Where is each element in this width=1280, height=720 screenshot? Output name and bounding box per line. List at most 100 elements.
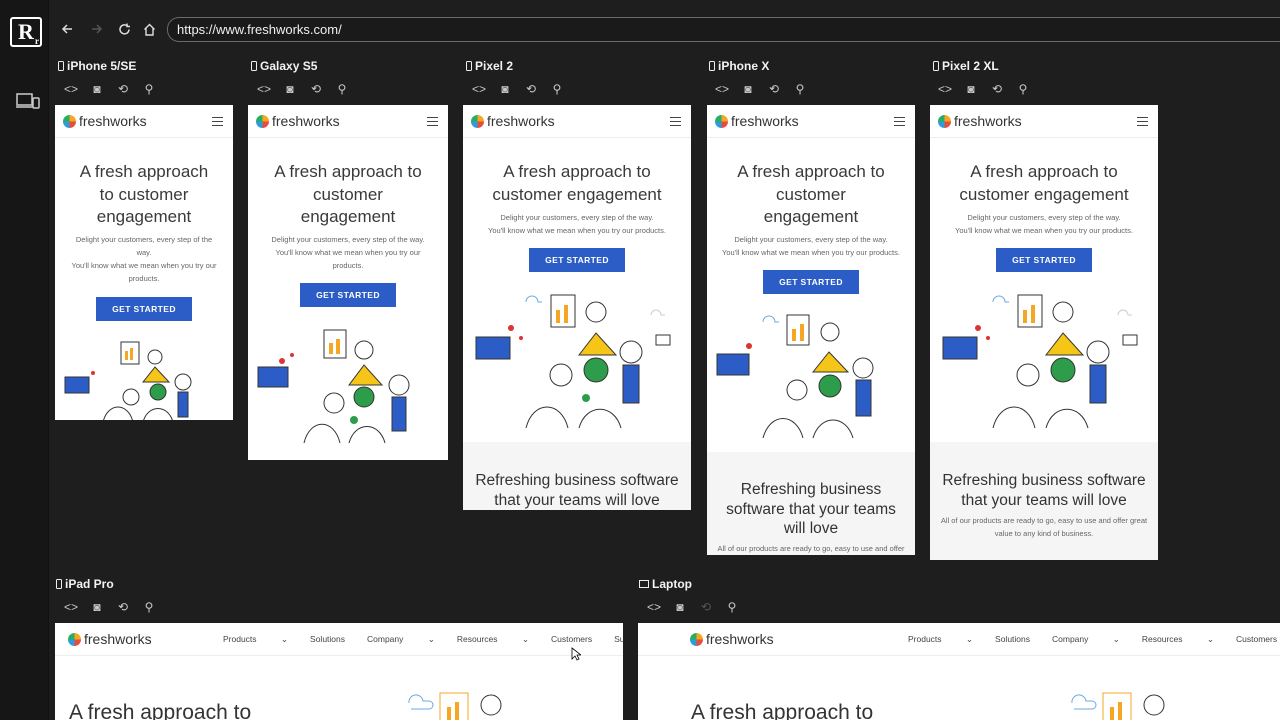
rotate-icon[interactable]: ⟲ — [308, 82, 324, 96]
section-subtitle: All of our products are ready to go, eas… — [940, 516, 1148, 538]
device-frame-ipad-pro: freshworks Products ⌄ Solutions Company … — [55, 623, 623, 720]
device-frame-galaxy-s5: freshworks A fresh approach to customer en… — [248, 105, 448, 460]
nav-products[interactable]: Products ⌄ — [223, 634, 288, 645]
screenshot-icon[interactable]: ◙ — [89, 82, 105, 96]
site-header: freshworks — [248, 105, 448, 138]
screenshot-icon[interactable]: ◙ — [497, 82, 513, 96]
hamburger-menu-icon[interactable] — [670, 117, 681, 126]
reload-icon[interactable] — [114, 18, 134, 40]
site-header: freshworks — [463, 105, 691, 138]
home-icon[interactable] — [139, 18, 159, 40]
rotate-icon: ⟲ — [700, 600, 712, 614]
sync-icon[interactable]: ⚲ — [141, 82, 157, 96]
hamburger-menu-icon[interactable] — [427, 117, 438, 126]
mouse-cursor-icon — [571, 647, 581, 661]
device-toolbar: <> ◙ ⟲ ⚲ — [63, 82, 157, 96]
nav-resources[interactable]: Resources ⌄ — [457, 634, 529, 645]
device-label-pixel2xl: Pixel 2 XL — [933, 59, 999, 73]
phone-icon — [466, 61, 472, 71]
device-toolbar: <> ◙ ⟲ ⚲ — [63, 600, 157, 614]
forward-icon[interactable] — [87, 18, 107, 40]
products-section: Refreshing business software that your te… — [707, 452, 915, 555]
code-icon[interactable]: <> — [937, 82, 953, 96]
nav-solutions[interactable]: Solutions — [995, 634, 1030, 644]
hero-title: A fresh approach to — [69, 701, 252, 720]
rotate-icon[interactable]: ⟲ — [989, 82, 1005, 96]
device-toolbar: <> ◙ ⟲ ⚲ — [256, 82, 350, 96]
device-frame-iphonex: freshworks A fresh approach to customer en… — [707, 105, 915, 555]
freshworks-logo[interactable]: freshworks — [690, 631, 774, 647]
device-frame-pixel2: freshworks A fresh approach to customer e… — [463, 105, 691, 510]
nav-company[interactable]: Company ⌄ — [367, 634, 435, 645]
hero-illustration — [1071, 692, 1165, 720]
nav-company[interactable]: Company ⌄ — [1052, 634, 1120, 645]
app-logo: Rr — [10, 17, 42, 47]
sync-icon[interactable]: ⚲ — [1015, 82, 1031, 96]
products-section: Refreshing business software that your te… — [930, 442, 1158, 560]
phone-icon — [251, 61, 257, 71]
nav-products[interactable]: Products ⌄ — [908, 634, 973, 645]
device-label-pixel2: Pixel 2 — [466, 59, 513, 73]
code-icon[interactable]: <> — [63, 82, 79, 96]
freshworks-logo[interactable]: freshworks — [68, 631, 152, 647]
sync-icon[interactable]: ⚲ — [334, 82, 350, 96]
site-header: freshworks — [930, 105, 1158, 138]
screenshot-icon[interactable]: ◙ — [282, 82, 298, 96]
sync-icon[interactable]: ⚲ — [724, 600, 740, 614]
get-started-button[interactable]: GET STARTED — [96, 297, 192, 321]
nav-solutions[interactable]: Solutions — [310, 634, 345, 644]
code-icon[interactable]: <> — [646, 600, 662, 614]
hero-illustration — [408, 692, 502, 720]
nav-support[interactable]: Support — [614, 634, 623, 644]
code-icon[interactable]: <> — [256, 82, 272, 96]
rotate-icon[interactable]: ⟲ — [115, 600, 131, 614]
device-label-galaxy-s5: Galaxy S5 — [251, 59, 317, 73]
get-started-button[interactable]: GET STARTED — [763, 270, 859, 294]
rotate-icon[interactable]: ⟲ — [115, 82, 131, 96]
freshworks-logo[interactable]: freshworks — [938, 113, 1022, 129]
freshworks-logo[interactable]: freshworks — [471, 113, 555, 129]
screenshot-icon[interactable]: ◙ — [963, 82, 979, 96]
devices-icon[interactable] — [16, 92, 40, 115]
hero-illustration — [942, 294, 1138, 429]
get-started-button[interactable]: GET STARTED — [529, 248, 625, 272]
code-icon[interactable]: <> — [63, 600, 79, 614]
section-title: Refreshing business software that your te… — [942, 472, 1146, 509]
code-icon[interactable]: <> — [471, 82, 487, 96]
sync-icon[interactable]: ⚲ — [549, 82, 565, 96]
nav-resources[interactable]: Resources ⌄ — [1142, 634, 1214, 645]
freshworks-logo[interactable]: freshworks — [63, 113, 147, 129]
screenshot-icon[interactable]: ◙ — [740, 82, 756, 96]
hamburger-menu-icon[interactable] — [1137, 117, 1148, 126]
screenshot-icon[interactable]: ◙ — [672, 600, 688, 614]
get-started-button[interactable]: GET STARTED — [996, 248, 1092, 272]
hero-illustration — [257, 329, 410, 444]
back-icon[interactable] — [57, 18, 77, 40]
nav-customers[interactable]: Customers — [551, 634, 592, 644]
rotate-icon[interactable]: ⟲ — [523, 82, 539, 96]
device-toolbar: <> ◙ ⟲ ⚲ — [646, 600, 740, 614]
phone-icon — [58, 61, 64, 71]
device-toolbar: <> ◙ ⟲ ⚲ — [714, 82, 808, 96]
nav-customers[interactable]: Customers — [1236, 634, 1277, 644]
device-toolbar: <> ◙ ⟲ ⚲ — [471, 82, 565, 96]
device-label-iphonex: iPhone X — [709, 59, 769, 73]
hero-subtitle: Delight your customers, every step of th… — [71, 235, 217, 283]
freshworks-logo[interactable]: freshworks — [715, 113, 799, 129]
url-input[interactable]: https://www.freshworks.com/ — [167, 17, 1280, 42]
device-frame-laptop: freshworks Products ⌄ Solutions Company … — [638, 623, 1280, 720]
sync-icon[interactable]: ⚲ — [792, 82, 808, 96]
code-icon[interactable]: <> — [714, 82, 730, 96]
hero-subtitle: Delight your customers, every step of th… — [271, 235, 425, 270]
hamburger-menu-icon[interactable] — [894, 117, 905, 126]
tablet-icon — [56, 579, 62, 589]
screenshot-icon[interactable]: ◙ — [89, 600, 105, 614]
device-frame-pixel2xl: freshworks A fresh approach to customer e… — [930, 105, 1158, 560]
sync-icon[interactable]: ⚲ — [141, 600, 157, 614]
hamburger-menu-icon[interactable] — [212, 117, 223, 126]
hero-illustration — [64, 341, 192, 420]
freshworks-logo[interactable]: freshworks — [256, 113, 340, 129]
rotate-icon[interactable]: ⟲ — [766, 82, 782, 96]
get-started-button[interactable]: GET STARTED — [300, 283, 396, 307]
device-label-laptop: Laptop — [639, 577, 692, 591]
